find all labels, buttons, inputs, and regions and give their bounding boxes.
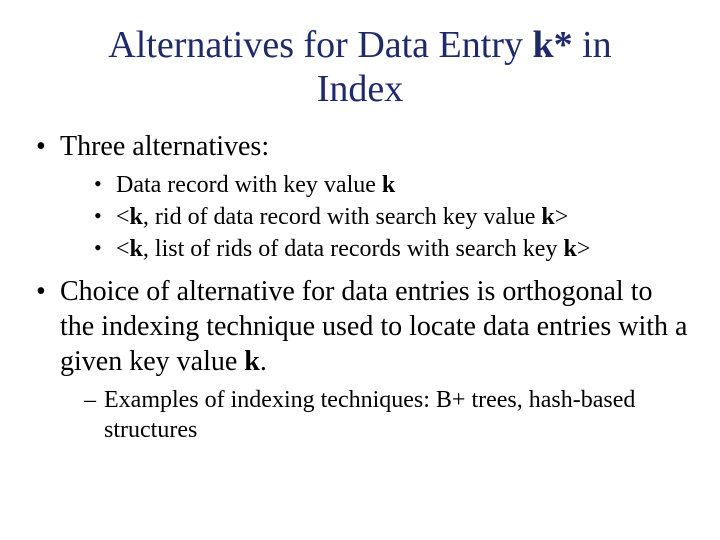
bullet-item: <k, rid of data record with search key v… <box>94 202 692 232</box>
bullet-item: Three alternatives: Data record with key… <box>36 129 692 264</box>
bullet-bold: k <box>382 172 395 198</box>
slide: Alternatives for Data Entry k* in Index … <box>0 0 720 540</box>
bullet-item: Data record with key value k <box>94 170 692 200</box>
bullet-text: Choice of alternative for data entries i… <box>60 276 687 377</box>
slide-title: Alternatives for Data Entry k* in Index <box>68 24 652 111</box>
bullet-text: . <box>260 346 267 377</box>
bullet-bold: k <box>541 204 554 230</box>
bullet-text: , rid of data record with search key val… <box>143 204 542 230</box>
title-text-pre: Alternatives for Data Entry <box>108 24 532 66</box>
bullet-text: > <box>577 236 591 262</box>
bullet-text: Three alternatives: <box>60 131 269 162</box>
bullet-text: Examples of indexing techniques: B+ tree… <box>104 387 635 443</box>
bullet-item: <k, list of rids of data records with se… <box>94 234 692 264</box>
title-text-bold: k* <box>532 24 572 66</box>
bullet-bold: k <box>130 236 143 262</box>
bullet-text: < <box>116 236 130 262</box>
bullet-item: Examples of indexing techniques: B+ tree… <box>84 385 692 445</box>
bullet-list-level3: Examples of indexing techniques: B+ tree… <box>84 385 692 445</box>
bullet-bold: k <box>244 346 260 377</box>
bullet-list-level2: Data record with key value k <k, rid of … <box>94 170 692 264</box>
bullet-item: Choice of alternative for data entries i… <box>36 274 692 445</box>
bullet-bold: k <box>130 204 143 230</box>
bullet-list-level1: Three alternatives: Data record with key… <box>36 129 692 445</box>
bullet-text: , list of rids of data records with sear… <box>143 236 564 262</box>
bullet-text: < <box>116 204 130 230</box>
bullet-text: Data record with key value <box>116 172 382 198</box>
bullet-text: > <box>555 204 569 230</box>
bullet-bold: k <box>563 236 576 262</box>
